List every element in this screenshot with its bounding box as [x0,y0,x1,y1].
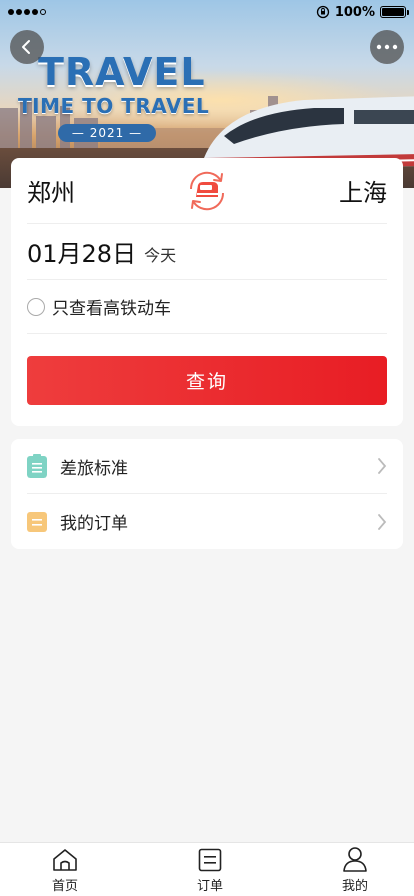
chevron-right-icon [378,513,387,530]
tab-orders[interactable]: 订单 [185,843,235,896]
high-speed-only-label: 只查看高铁动车 [52,299,171,319]
from-city[interactable]: 郑州 [27,173,75,208]
high-speed-only-row[interactable]: 只查看高铁动车 [27,280,387,334]
tab-label-home: 首页 [51,879,78,894]
chevron-right-icon [378,458,387,474]
menu-label-travel-standard: 差旅标准 [60,458,128,479]
orientation-lock-icon [316,5,329,19]
travel-standard-icon [27,454,47,478]
swap-cities-icon[interactable] [183,167,231,215]
bottom-tab-bar: 首页 订单 我的 [0,842,414,896]
more-button[interactable] [370,30,404,64]
menu-card: 差旅标准 我的订单 [11,439,403,549]
tab-label-orders: 订单 [196,879,223,894]
battery-percent: 100% [334,4,375,20]
train-search-card: 郑州 上海 01月28日 今天 只查看高铁动车 查询 [11,158,403,426]
battery-icon [380,6,409,18]
banner-title: TRAVEL [38,50,206,94]
status-right: 100% [316,4,409,20]
menu-item-travel-standard[interactable]: 差旅标准 [27,439,387,494]
date-note: 今天 [144,245,177,265]
to-city[interactable]: 上海 [339,173,387,208]
menu-item-my-orders[interactable]: 我的订单 [27,494,387,549]
date-row[interactable]: 01月28日 今天 [27,224,387,280]
back-arrow-icon [22,40,30,54]
departure-date[interactable]: 01月28日 [27,234,136,269]
orders-icon [198,848,222,872]
more-dots-icon [376,44,398,50]
signal-strength-icon [8,9,46,15]
back-button[interactable] [10,30,44,64]
tab-home[interactable]: 首页 [40,843,90,896]
status-bar: 100% [0,0,414,24]
tab-label-profile: 我的 [341,879,368,894]
menu-label-my-orders: 我的订单 [60,514,128,534]
profile-icon [343,847,367,872]
banner-year: — 2021 — [58,124,156,142]
high-speed-only-radio[interactable] [27,297,45,316]
city-row: 郑州 上海 [27,158,387,224]
tab-profile[interactable]: 我的 [330,843,380,896]
home-icon [53,849,77,871]
banner-subtitle: TIME TO TRAVEL [18,94,210,118]
my-orders-icon [27,511,47,532]
query-button[interactable]: 查询 [27,356,387,405]
